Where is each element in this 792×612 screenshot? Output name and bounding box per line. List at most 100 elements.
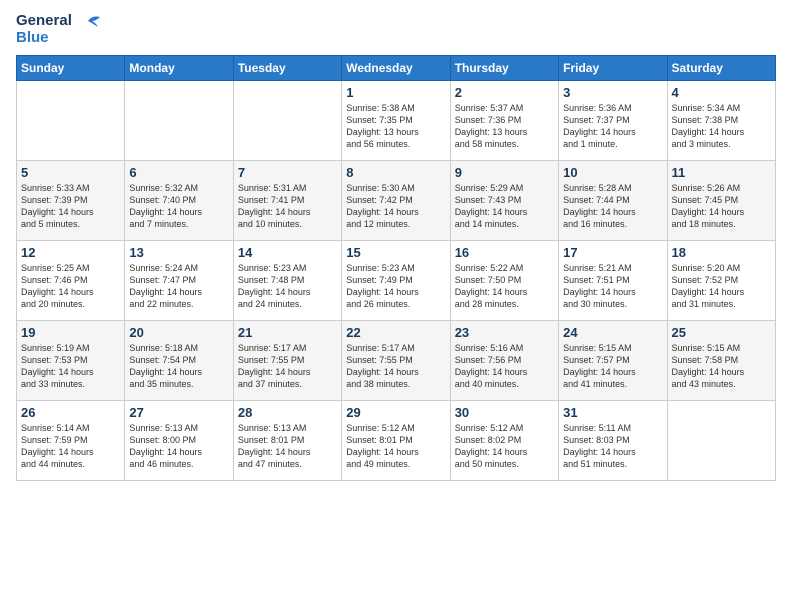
day-number: 13	[129, 245, 228, 260]
calendar-cell: 8Sunrise: 5:30 AM Sunset: 7:42 PM Daylig…	[342, 160, 450, 240]
day-number: 29	[346, 405, 445, 420]
day-info: Sunrise: 5:31 AM Sunset: 7:41 PM Dayligh…	[238, 182, 337, 231]
calendar-cell: 7 Sunrise: 5:31 AM Sunset: 7:41 PM Daylig…	[233, 160, 341, 240]
day-number: 11	[672, 165, 771, 180]
day-number: 23	[455, 325, 554, 340]
calendar-cell: 22Sunrise: 5:17 AM Sunset: 7:55 PM Dayli…	[342, 320, 450, 400]
day-number: 2	[455, 85, 554, 100]
weekday-header-thursday: Thursday	[450, 55, 558, 80]
logo: General Blue	[16, 12, 100, 47]
day-info: Sunrise: 5:36 AM Sunset: 7:37 PM Dayligh…	[563, 102, 662, 151]
calendar-week-row: 1 Sunrise: 5:38 AM Sunset: 7:35 PM Daylig…	[17, 80, 776, 160]
day-info: Sunrise: 5:26 AM Sunset: 7:45 PM Dayligh…	[672, 182, 771, 231]
day-info: Sunrise: 5:13 AM Sunset: 8:01 PM Dayligh…	[238, 422, 337, 471]
calendar-cell: 15 Sunrise: 5:23 AM Sunset: 7:49 PM Dayli…	[342, 240, 450, 320]
calendar-cell	[667, 400, 775, 480]
calendar-cell	[125, 80, 233, 160]
calendar-cell: 23 Sunrise: 5:16 AM Sunset: 7:56 PM Dayli…	[450, 320, 558, 400]
weekday-header-sunday: Sunday	[17, 55, 125, 80]
day-info: Sunrise: 5:19 AM Sunset: 7:53 PM Dayligh…	[21, 342, 120, 391]
day-info: Sunrise: 5:33 AM Sunset: 7:39 PM Dayligh…	[21, 182, 120, 231]
weekday-header-monday: Monday	[125, 55, 233, 80]
calendar-cell: 14 Sunrise: 5:23 AM Sunset: 7:48 PM Dayli…	[233, 240, 341, 320]
day-number: 14	[238, 245, 337, 260]
weekday-header-saturday: Saturday	[667, 55, 775, 80]
day-info: Sunrise: 5:38 AM Sunset: 7:35 PM Dayligh…	[346, 102, 445, 151]
calendar-cell: 29 Sunrise: 5:12 AM Sunset: 8:01 PM Dayli…	[342, 400, 450, 480]
day-info: Sunrise: 5:24 AM Sunset: 7:47 PM Dayligh…	[129, 262, 228, 311]
calendar-cell: 19 Sunrise: 5:19 AM Sunset: 7:53 PM Dayli…	[17, 320, 125, 400]
day-number: 26	[21, 405, 120, 420]
calendar-cell: 20Sunrise: 5:18 AM Sunset: 7:54 PM Dayli…	[125, 320, 233, 400]
day-number: 28	[238, 405, 337, 420]
day-info: Sunrise: 5:29 AM Sunset: 7:43 PM Dayligh…	[455, 182, 554, 231]
calendar-cell	[17, 80, 125, 160]
calendar-cell: 16 Sunrise: 5:22 AM Sunset: 7:50 PM Dayli…	[450, 240, 558, 320]
day-info: Sunrise: 5:34 AM Sunset: 7:38 PM Dayligh…	[672, 102, 771, 151]
day-info: Sunrise: 5:12 AM Sunset: 8:02 PM Dayligh…	[455, 422, 554, 471]
day-number: 24	[563, 325, 662, 340]
logo-text: General Blue	[16, 12, 100, 47]
day-info: Sunrise: 5:12 AM Sunset: 8:01 PM Dayligh…	[346, 422, 445, 471]
calendar-header-row: SundayMondayTuesdayWednesdayThursdayFrid…	[17, 55, 776, 80]
day-info: Sunrise: 5:37 AM Sunset: 7:36 PM Dayligh…	[455, 102, 554, 151]
calendar-cell: 18 Sunrise: 5:20 AM Sunset: 7:52 PM Dayli…	[667, 240, 775, 320]
calendar-table: SundayMondayTuesdayWednesdayThursdayFrid…	[16, 55, 776, 481]
day-info: Sunrise: 5:23 AM Sunset: 7:48 PM Dayligh…	[238, 262, 337, 311]
day-info: Sunrise: 5:11 AM Sunset: 8:03 PM Dayligh…	[563, 422, 662, 471]
calendar-cell: 11 Sunrise: 5:26 AM Sunset: 7:45 PM Dayli…	[667, 160, 775, 240]
calendar-cell: 17Sunrise: 5:21 AM Sunset: 7:51 PM Dayli…	[559, 240, 667, 320]
day-info: Sunrise: 5:15 AM Sunset: 7:57 PM Dayligh…	[563, 342, 662, 391]
calendar-cell: 6Sunrise: 5:32 AM Sunset: 7:40 PM Daylig…	[125, 160, 233, 240]
day-number: 25	[672, 325, 771, 340]
calendar-cell: 12Sunrise: 5:25 AM Sunset: 7:46 PM Dayli…	[17, 240, 125, 320]
day-number: 27	[129, 405, 228, 420]
weekday-header-tuesday: Tuesday	[233, 55, 341, 80]
header: General Blue	[16, 12, 776, 47]
day-info: Sunrise: 5:13 AM Sunset: 8:00 PM Dayligh…	[129, 422, 228, 471]
calendar-cell: 9 Sunrise: 5:29 AM Sunset: 7:43 PM Daylig…	[450, 160, 558, 240]
day-number: 19	[21, 325, 120, 340]
calendar-cell: 25 Sunrise: 5:15 AM Sunset: 7:58 PM Dayli…	[667, 320, 775, 400]
day-number: 10	[563, 165, 662, 180]
day-number: 15	[346, 245, 445, 260]
calendar-cell: 31Sunrise: 5:11 AM Sunset: 8:03 PM Dayli…	[559, 400, 667, 480]
day-info: Sunrise: 5:20 AM Sunset: 7:52 PM Dayligh…	[672, 262, 771, 311]
day-info: Sunrise: 5:22 AM Sunset: 7:50 PM Dayligh…	[455, 262, 554, 311]
calendar-cell: 21Sunrise: 5:17 AM Sunset: 7:55 PM Dayli…	[233, 320, 341, 400]
calendar-cell: 2 Sunrise: 5:37 AM Sunset: 7:36 PM Daylig…	[450, 80, 558, 160]
day-info: Sunrise: 5:28 AM Sunset: 7:44 PM Dayligh…	[563, 182, 662, 231]
day-info: Sunrise: 5:14 AM Sunset: 7:59 PM Dayligh…	[21, 422, 120, 471]
calendar-cell: 1 Sunrise: 5:38 AM Sunset: 7:35 PM Daylig…	[342, 80, 450, 160]
calendar-cell: 28 Sunrise: 5:13 AM Sunset: 8:01 PM Dayli…	[233, 400, 341, 480]
logo-bird-icon	[78, 13, 100, 29]
day-number: 21	[238, 325, 337, 340]
day-number: 9	[455, 165, 554, 180]
calendar-cell: 24 Sunrise: 5:15 AM Sunset: 7:57 PM Dayli…	[559, 320, 667, 400]
calendar-cell: 5 Sunrise: 5:33 AM Sunset: 7:39 PM Daylig…	[17, 160, 125, 240]
day-info: Sunrise: 5:30 AM Sunset: 7:42 PM Dayligh…	[346, 182, 445, 231]
calendar-cell: 13 Sunrise: 5:24 AM Sunset: 7:47 PM Dayli…	[125, 240, 233, 320]
calendar-cell	[233, 80, 341, 160]
day-info: Sunrise: 5:15 AM Sunset: 7:58 PM Dayligh…	[672, 342, 771, 391]
day-info: Sunrise: 5:18 AM Sunset: 7:54 PM Dayligh…	[129, 342, 228, 391]
calendar-cell: 30 Sunrise: 5:12 AM Sunset: 8:02 PM Dayli…	[450, 400, 558, 480]
calendar-cell: 26 Sunrise: 5:14 AM Sunset: 7:59 PM Dayli…	[17, 400, 125, 480]
day-number: 5	[21, 165, 120, 180]
day-info: Sunrise: 5:23 AM Sunset: 7:49 PM Dayligh…	[346, 262, 445, 311]
day-number: 22	[346, 325, 445, 340]
weekday-header-wednesday: Wednesday	[342, 55, 450, 80]
calendar-cell: 10 Sunrise: 5:28 AM Sunset: 7:44 PM Dayli…	[559, 160, 667, 240]
day-info: Sunrise: 5:21 AM Sunset: 7:51 PM Dayligh…	[563, 262, 662, 311]
day-number: 7	[238, 165, 337, 180]
day-number: 18	[672, 245, 771, 260]
day-number: 16	[455, 245, 554, 260]
weekday-header-friday: Friday	[559, 55, 667, 80]
day-number: 6	[129, 165, 228, 180]
calendar-cell: 3 Sunrise: 5:36 AM Sunset: 7:37 PM Daylig…	[559, 80, 667, 160]
day-info: Sunrise: 5:16 AM Sunset: 7:56 PM Dayligh…	[455, 342, 554, 391]
calendar-week-row: 19 Sunrise: 5:19 AM Sunset: 7:53 PM Dayli…	[17, 320, 776, 400]
day-number: 3	[563, 85, 662, 100]
day-number: 30	[455, 405, 554, 420]
day-number: 1	[346, 85, 445, 100]
